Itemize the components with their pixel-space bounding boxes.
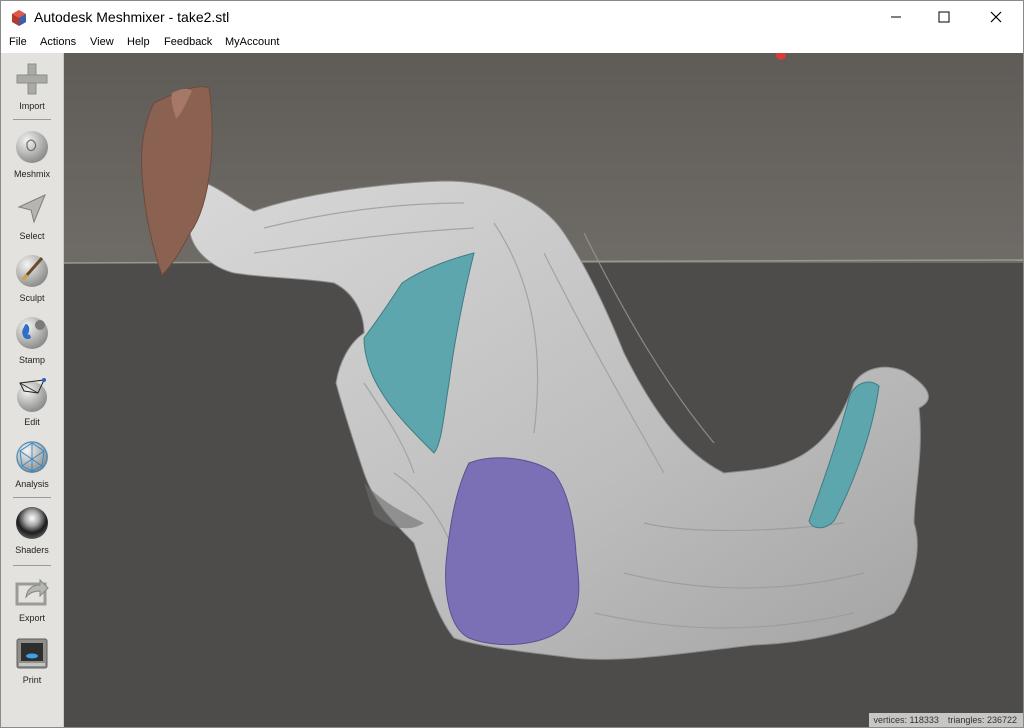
app-window: Autodesk Meshmixer - take2.stl File Acti… (0, 0, 1024, 728)
close-icon (990, 11, 1002, 23)
minimize-button[interactable] (873, 1, 919, 33)
brush-sphere-icon (16, 255, 48, 287)
mesh-stats-bar: vertices: 118333 triangles: 236722 (869, 713, 1023, 727)
plus-icon (16, 63, 48, 95)
menu-view[interactable]: View (90, 36, 114, 48)
toolbar-divider (13, 565, 51, 566)
menu-actions[interactable]: Actions (40, 36, 76, 48)
window-title: Autodesk Meshmixer - take2.stl (34, 9, 230, 25)
wireframe-sphere-icon (16, 441, 48, 473)
tool-label: Shaders (15, 545, 49, 555)
scene-canvas (64, 53, 1023, 727)
3d-viewport[interactable]: vertices: 118333 triangles: 236722 (64, 53, 1023, 727)
title-bar[interactable]: Autodesk Meshmixer - take2.stl (1, 1, 1023, 33)
arrow-cursor-icon (17, 194, 46, 224)
minimize-icon (891, 16, 901, 18)
menu-file[interactable]: File (9, 36, 27, 48)
tool-stamp-button[interactable]: Stamp (1, 315, 63, 377)
menu-bar: File Actions View Help Feedback MyAccoun… (1, 33, 1023, 53)
tool-import-button[interactable]: Import (1, 61, 63, 123)
vertices-count: 118333 (909, 715, 939, 725)
menu-help[interactable]: Help (127, 36, 150, 48)
vertices-label: vertices: (873, 715, 907, 725)
tool-edit-button[interactable]: Edit (1, 377, 63, 439)
triangles-count: 236722 (986, 715, 1017, 725)
menu-feedback[interactable]: Feedback (164, 36, 212, 48)
tool-label: Edit (24, 417, 40, 427)
toolbar-divider (13, 497, 51, 498)
close-button[interactable] (973, 1, 1019, 33)
printer-icon (16, 638, 48, 669)
triangles-label: triangles: (947, 715, 985, 725)
tool-label: Meshmix (13, 169, 50, 179)
tool-label: Sculpt (19, 293, 45, 303)
tool-label: Select (19, 231, 45, 241)
tool-shaders-button[interactable]: Shaders (1, 505, 63, 567)
menu-myaccount[interactable]: MyAccount (225, 36, 279, 48)
meshmixer-logo-icon (12, 10, 26, 26)
tool-meshmix-button[interactable]: Meshmix (1, 129, 63, 191)
tool-export-button[interactable]: Export (1, 573, 63, 635)
tool-label: Export (18, 613, 45, 623)
mesh-sphere-icon (17, 378, 47, 412)
tool-analysis-button[interactable]: Analysis (1, 439, 63, 501)
tool-select-button[interactable]: Select (1, 191, 63, 253)
tool-label: Stamp (18, 355, 45, 365)
tool-label: Import (19, 101, 45, 111)
maximize-button[interactable] (921, 1, 967, 33)
export-arrow-icon (15, 578, 49, 606)
chrome-sphere-icon (16, 507, 48, 539)
tool-sculpt-button[interactable]: Sculpt (1, 253, 63, 315)
maximize-icon (938, 11, 950, 23)
toolbar-divider (13, 119, 51, 120)
stamp-sphere-icon (16, 317, 48, 349)
tool-label: Print (22, 675, 42, 685)
tool-label: Analysis (15, 479, 49, 489)
bunny-sphere-icon (16, 131, 48, 163)
tool-sidebar: Import Meshmix Select Sculpt Stamp Edit … (1, 53, 64, 727)
tool-print-button[interactable]: Print (1, 635, 63, 697)
